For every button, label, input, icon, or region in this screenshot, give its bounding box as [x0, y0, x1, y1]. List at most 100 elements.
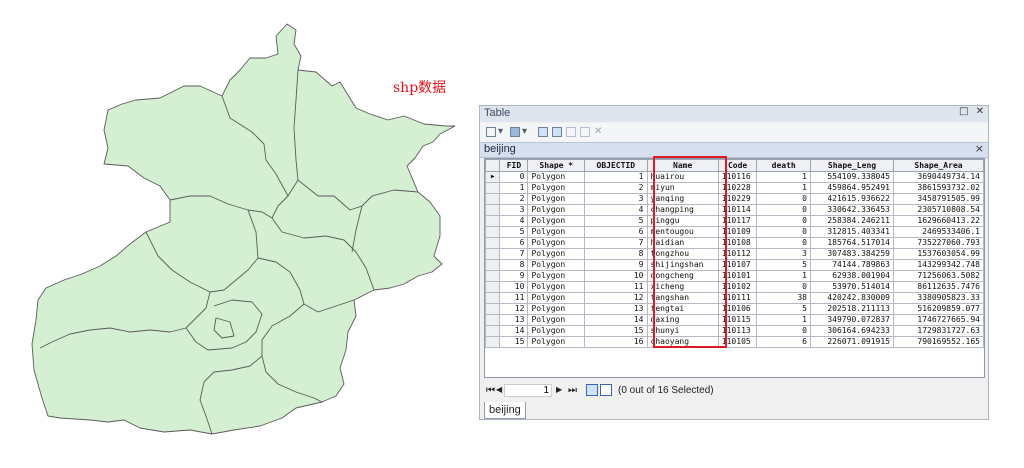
row-selector[interactable]: [485, 204, 501, 216]
table-cell[interactable]: 110101: [717, 270, 758, 282]
row-selector[interactable]: [485, 281, 501, 293]
table-cell[interactable]: 11: [584, 281, 648, 293]
table-cell[interactable]: 110105: [717, 336, 758, 348]
table-cell[interactable]: 110115: [717, 314, 758, 326]
table-cell[interactable]: Polygon: [527, 336, 586, 348]
table-cell[interactable]: 5: [584, 215, 648, 227]
table-cell[interactable]: haidian: [646, 237, 719, 249]
table-cell[interactable]: 12: [499, 303, 529, 315]
table-cell[interactable]: changping: [646, 204, 719, 216]
table-cell[interactable]: 8: [499, 259, 529, 271]
chevron-down-icon[interactable]: ▾: [498, 126, 503, 138]
table-cell[interactable]: miyun: [646, 182, 719, 194]
table-cell[interactable]: 2469533406.1: [892, 226, 984, 238]
column-header[interactable]: Shape_Leng: [810, 159, 894, 172]
table-cell[interactable]: Polygon: [527, 237, 586, 249]
select-by-attributes-icon[interactable]: [538, 127, 548, 137]
table-cell[interactable]: 14: [499, 325, 529, 337]
table-cell[interactable]: 10: [499, 281, 529, 293]
table-cell[interactable]: 16: [584, 336, 648, 348]
table-cell[interactable]: 15: [499, 336, 529, 348]
row-selector[interactable]: [485, 270, 501, 282]
show-selected-records-icon[interactable]: [600, 384, 612, 396]
switch-selection-icon[interactable]: [552, 127, 562, 137]
table-cell[interactable]: 3: [584, 193, 648, 205]
table-cell[interactable]: Polygon: [527, 303, 586, 315]
first-record-icon[interactable]: ⏮: [486, 385, 495, 396]
show-all-records-icon[interactable]: [586, 384, 598, 396]
table-cell[interactable]: 110106: [717, 303, 758, 315]
table-cell[interactable]: 1746727665.94: [892, 314, 984, 326]
table-cell[interactable]: 2: [499, 193, 529, 205]
column-header[interactable]: Shape *: [527, 159, 586, 172]
table-cell[interactable]: 0: [756, 215, 811, 227]
column-header[interactable]: Code: [717, 159, 758, 172]
table-cell[interactable]: 554109.338045: [810, 171, 894, 183]
table-cell[interactable]: 3: [756, 248, 811, 260]
table-cell[interactable]: 13: [499, 314, 529, 326]
row-selector[interactable]: [485, 182, 501, 194]
table-cell[interactable]: chaoyang: [646, 336, 719, 348]
pin-icon[interactable]: □: [959, 106, 968, 117]
row-selector[interactable]: [485, 259, 501, 271]
table-cell[interactable]: Polygon: [527, 248, 586, 260]
table-cell[interactable]: 9: [499, 270, 529, 282]
previous-record-icon[interactable]: ◀: [496, 385, 502, 394]
table-cell[interactable]: 330642.336453: [810, 204, 894, 216]
table-cell[interactable]: 516209859.077: [892, 303, 984, 315]
table-row[interactable]: 2 Polygon 3 yanqing 110229 0 421615.936622 3458…: [485, 193, 984, 205]
related-tables-icon[interactable]: [510, 127, 520, 137]
table-cell[interactable]: 459864.952491: [810, 182, 894, 194]
table-row[interactable]: 13 Polygon 14 daxing 110115 1 349790.072837 174…: [485, 314, 984, 326]
attribute-grid[interactable]: FID Shape * OBJECTID Name Code death Shape_Len…: [484, 158, 985, 378]
table-cell[interactable]: shijingshan: [646, 259, 719, 271]
table-cell[interactable]: 3458791505.99: [892, 193, 984, 205]
table-cell[interactable]: Polygon: [527, 270, 586, 282]
column-header[interactable]: FID: [499, 159, 529, 172]
table-cell[interactable]: 4: [584, 204, 648, 216]
table-cell[interactable]: Polygon: [527, 226, 586, 238]
table-cell[interactable]: 258384.246211: [810, 215, 894, 227]
table-cell[interactable]: 9: [584, 259, 648, 271]
table-cell[interactable]: 15: [584, 325, 648, 337]
table-cell[interactable]: 110117: [717, 215, 758, 227]
close-icon[interactable]: ×: [975, 142, 984, 155]
table-cell[interactable]: 185764.517014: [810, 237, 894, 249]
row-selector[interactable]: [485, 193, 501, 205]
table-cell[interactable]: 71256063.5082: [892, 270, 984, 282]
table-cell[interactable]: 110102: [717, 281, 758, 293]
table-cell[interactable]: 349790.072837: [810, 314, 894, 326]
table-cell[interactable]: 143299342.748: [892, 259, 984, 271]
table-cell[interactable]: 0: [756, 193, 811, 205]
table-cell[interactable]: 86112635.7476: [892, 281, 984, 293]
table-cell[interactable]: xicheng: [646, 281, 719, 293]
table-row[interactable]: 5 Polygon 6 mentougou 110109 0 312815.403341 24…: [485, 226, 984, 238]
table-cell[interactable]: 1: [584, 171, 648, 183]
table-row[interactable]: 15 Polygon 16 chaoyang 110105 6 226071.091915 7…: [485, 336, 984, 348]
table-cell[interactable]: dongcheng: [646, 270, 719, 282]
table-cell[interactable]: 3861593732.02: [892, 182, 984, 194]
row-selector[interactable]: [485, 215, 501, 227]
table-cell[interactable]: 0: [756, 281, 811, 293]
row-selector[interactable]: [485, 314, 501, 326]
table-cell[interactable]: 14: [584, 314, 648, 326]
table-tab-beijing[interactable]: beijing: [484, 143, 516, 155]
row-selector-header[interactable]: [485, 159, 501, 172]
table-cell[interactable]: 4: [499, 215, 529, 227]
table-row[interactable]: 14 Polygon 15 shunyi 110113 0 306164.694233 172…: [485, 325, 984, 337]
table-cell[interactable]: Polygon: [527, 259, 586, 271]
last-record-icon[interactable]: ⏭: [568, 385, 577, 396]
table-cell[interactable]: huairou: [646, 171, 719, 183]
row-selector[interactable]: [485, 303, 501, 315]
table-cell[interactable]: 110109: [717, 226, 758, 238]
table-cell[interactable]: 735227060.793: [892, 237, 984, 249]
table-row[interactable]: 10 Polygon 11 xicheng 110102 0 53970.514014 861…: [485, 281, 984, 293]
table-cell[interactable]: 1: [756, 182, 811, 194]
table-cell[interactable]: Polygon: [527, 281, 586, 293]
table-cell[interactable]: 2305710808.54: [892, 204, 984, 216]
clear-selection-icon[interactable]: [566, 127, 576, 137]
window-titlebar[interactable]: Table □ ✕: [480, 106, 988, 122]
table-row[interactable]: 6 Polygon 7 haidian 110108 0 185764.517014 7352…: [485, 237, 984, 249]
table-cell[interactable]: mentougou: [646, 226, 719, 238]
table-cell[interactable]: 5: [499, 226, 529, 238]
